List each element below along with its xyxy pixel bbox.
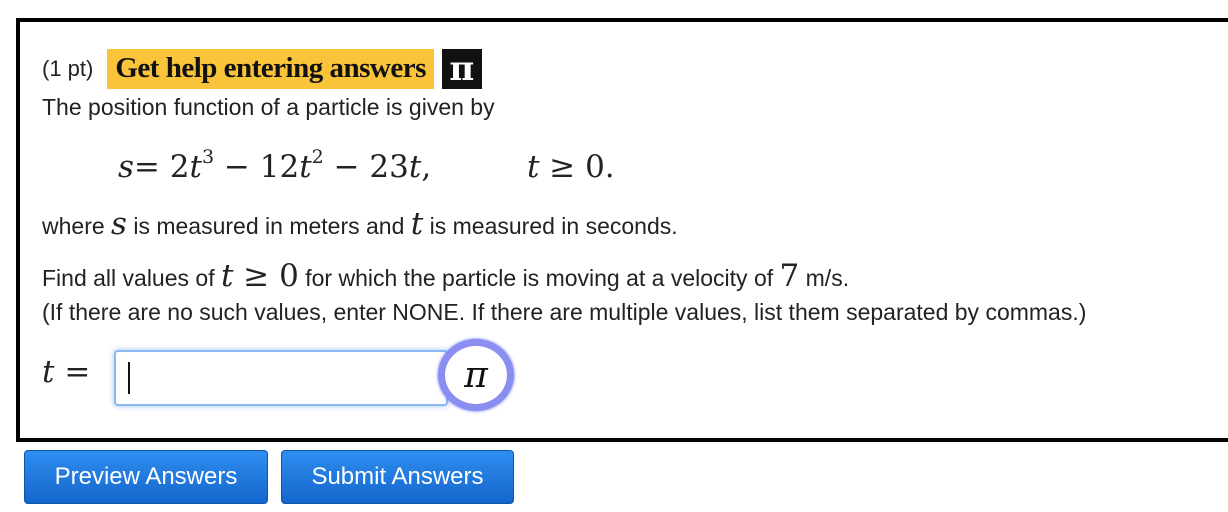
pi-help-icon[interactable]: π — [441, 49, 482, 89]
problem-intro: The position function of a particle is g… — [42, 94, 495, 120]
answer-label: t = — [42, 354, 91, 390]
answer-instructions: (If there are no such values, enter NONE… — [42, 299, 1087, 325]
points-label: (1 pt) — [42, 56, 94, 81]
submit-answers-button[interactable]: Submit Answers — [281, 450, 514, 504]
position-equation: s= 2t3 − 12t2 − 23t, t ≥ 0. — [118, 146, 615, 185]
units-sentence: where s is measured in meters and t is m… — [42, 206, 678, 242]
equation-editor-pi-icon[interactable]: π — [438, 339, 514, 411]
problem-header: (1 pt) Get help entering answers π — [42, 48, 482, 90]
help-entering-answers-link[interactable]: Get help entering answers — [107, 49, 434, 89]
question-sentence: Find all values of t ≥ 0 for which the p… — [42, 258, 850, 294]
text-cursor — [128, 362, 130, 394]
answer-input[interactable] — [114, 350, 448, 406]
preview-answers-button[interactable]: Preview Answers — [24, 450, 268, 504]
